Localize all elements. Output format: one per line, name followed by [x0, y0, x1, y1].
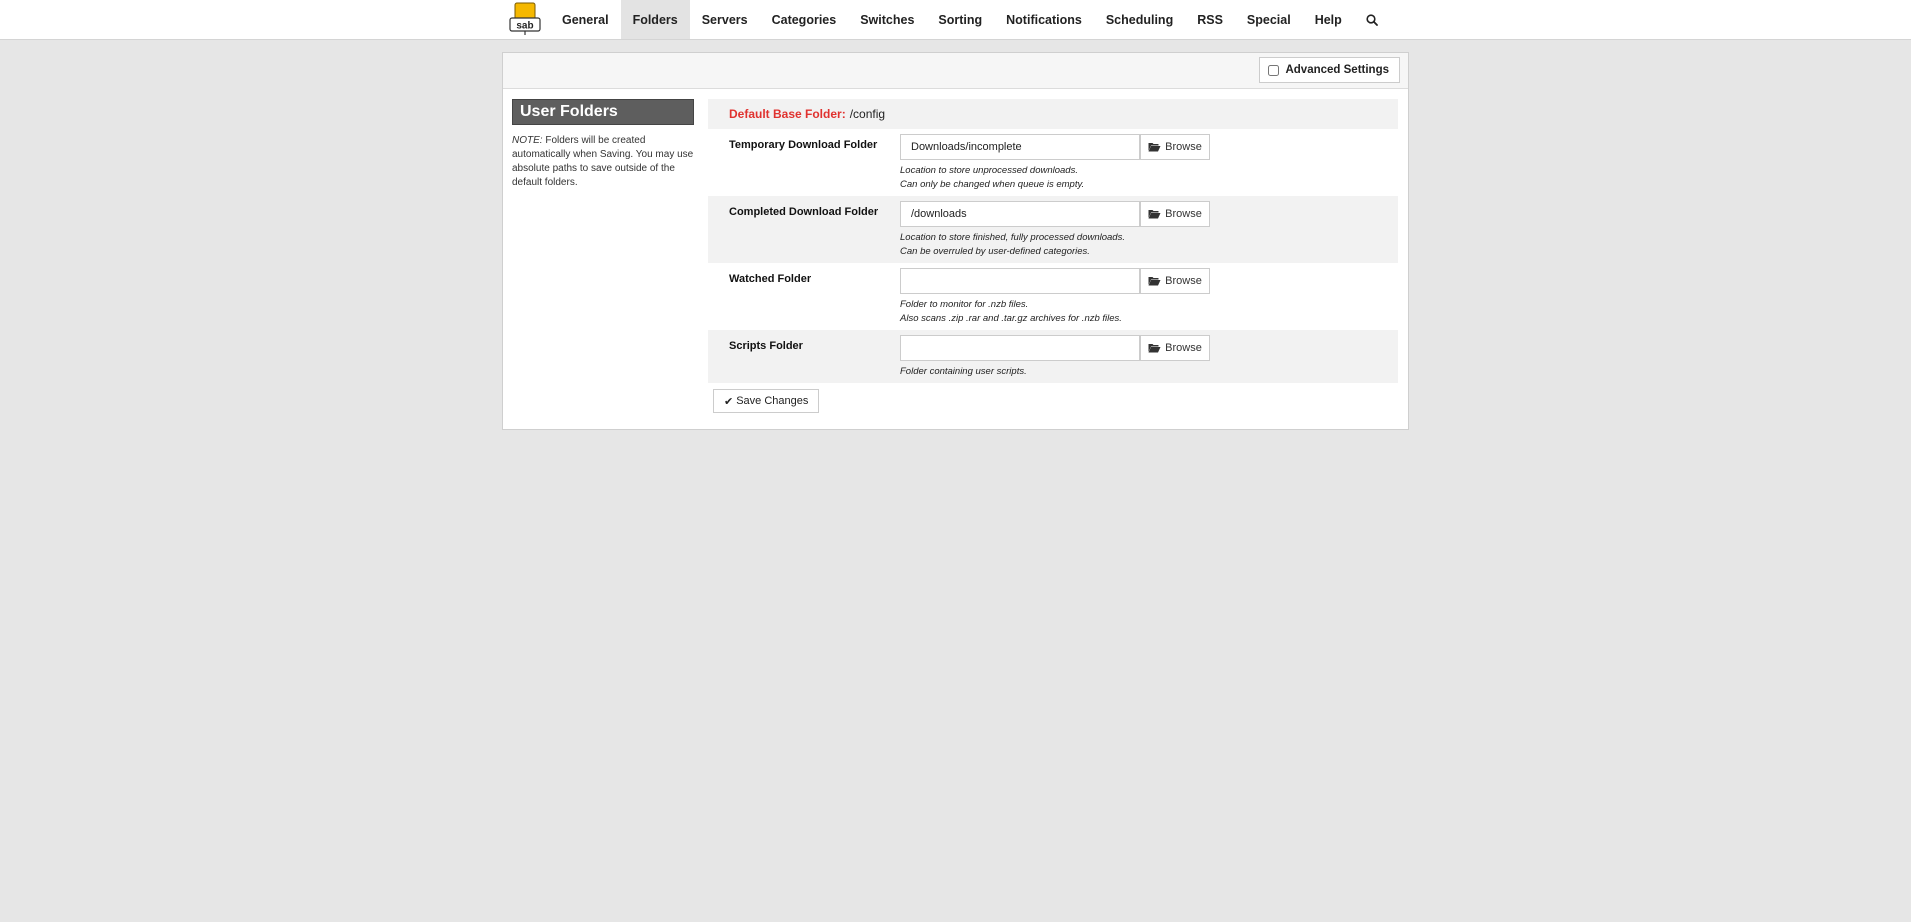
base-folder-value: /config: [849, 107, 886, 121]
browse-label: Browse: [1165, 342, 1202, 354]
top-navbar: sab General Folders Servers Categories S…: [0, 0, 1911, 40]
advanced-settings-label: Advanced Settings: [1285, 64, 1389, 76]
folder-open-icon: [1148, 210, 1161, 219]
completed-download-folder-input[interactable]: [900, 201, 1140, 227]
folder-open-icon: [1148, 277, 1161, 286]
field-label: Watched Folder: [729, 273, 812, 285]
browse-label: Browse: [1165, 141, 1202, 153]
nav-notifications[interactable]: Notifications: [994, 0, 1094, 39]
nav-scheduling[interactable]: Scheduling: [1094, 0, 1185, 39]
folder-row-scripts: Scripts Folder Browse Folder containing …: [708, 330, 1398, 383]
svg-text:sab: sab: [516, 21, 533, 32]
help-line-1: Location to store unprocessed downloads.: [900, 165, 1078, 176]
save-label: Save Changes: [736, 395, 809, 407]
field-help: Folder to monitor for .nzb files. Also s…: [900, 298, 1122, 326]
panel-header: Advanced Settings: [503, 53, 1408, 89]
browse-button-scripts[interactable]: Browse: [1140, 335, 1210, 361]
field-label: Temporary Download Folder: [729, 139, 878, 151]
field-help: Location to store unprocessed downloads.…: [900, 164, 1084, 192]
main-nav: General Folders Servers Categories Switc…: [550, 0, 1390, 39]
advanced-settings-toggle[interactable]: Advanced Settings: [1259, 57, 1400, 83]
sidebar-title: User Folders: [512, 99, 694, 125]
default-base-folder-row: Default Base Folder: /config: [708, 99, 1398, 129]
help-line-2: Can be overruled by user-defined categor…: [900, 246, 1090, 257]
temporary-download-folder-input[interactable]: [900, 134, 1140, 160]
search-icon: [1366, 13, 1378, 26]
browse-button-temporary[interactable]: Browse: [1140, 134, 1210, 160]
nav-sorting[interactable]: Sorting: [926, 0, 994, 39]
nav-categories[interactable]: Categories: [760, 0, 849, 39]
nav-switches[interactable]: Switches: [848, 0, 926, 39]
base-folder-label: Default Base Folder:: [729, 107, 846, 121]
advanced-settings-checkbox[interactable]: [1268, 64, 1280, 76]
nav-servers[interactable]: Servers: [690, 0, 760, 39]
search-button[interactable]: [1354, 0, 1390, 39]
nav-general[interactable]: General: [550, 0, 621, 39]
browse-button-completed[interactable]: Browse: [1140, 201, 1210, 227]
browse-button-watched[interactable]: Browse: [1140, 268, 1210, 294]
folder-row-temporary: Temporary Download Folder Browse Locatio…: [708, 129, 1398, 196]
scripts-folder-input[interactable]: [900, 335, 1140, 361]
sabnzbd-logo[interactable]: sab: [508, 2, 542, 36]
folder-open-icon: [1148, 143, 1161, 152]
watched-folder-input[interactable]: [900, 268, 1140, 294]
checkmark-icon: ✔: [724, 395, 734, 408]
settings-panel: Advanced Settings User Folders NOTE: Fol…: [502, 52, 1409, 430]
field-help: Location to store finished, fully proces…: [900, 231, 1125, 259]
help-line-2: Also scans .zip .rar and .tar.gz archive…: [900, 313, 1122, 324]
sidebar-note: NOTE: Folders will be created automatica…: [512, 134, 694, 190]
folder-open-icon: [1148, 344, 1161, 353]
folder-row-watched: Watched Folder Browse Folder to monitor …: [708, 263, 1398, 330]
nav-help[interactable]: Help: [1303, 0, 1354, 39]
save-changes-button[interactable]: ✔ Save Changes: [713, 389, 820, 413]
browse-label: Browse: [1165, 208, 1202, 220]
folder-row-completed: Completed Download Folder Browse Locatio…: [708, 196, 1398, 263]
browse-label: Browse: [1165, 275, 1202, 287]
field-label: Scripts Folder: [729, 340, 803, 352]
help-line-1: Location to store finished, fully proces…: [900, 232, 1125, 243]
nav-rss[interactable]: RSS: [1185, 0, 1235, 39]
field-label: Completed Download Folder: [729, 206, 879, 218]
folders-form: Default Base Folder: /config Temporary D…: [708, 99, 1398, 423]
nav-special[interactable]: Special: [1235, 0, 1303, 39]
help-line-1: Folder containing user scripts.: [900, 366, 1027, 377]
help-line-1: Folder to monitor for .nzb files.: [900, 299, 1029, 310]
help-line-2: Can only be changed when queue is empty.: [900, 179, 1085, 190]
form-actions: ✔ Save Changes: [708, 383, 1398, 423]
field-help: Folder containing user scripts.: [900, 365, 1027, 379]
sidebar: User Folders NOTE: Folders will be creat…: [512, 99, 694, 190]
nav-folders[interactable]: Folders: [620, 0, 690, 39]
note-prefix: NOTE:: [512, 135, 543, 146]
